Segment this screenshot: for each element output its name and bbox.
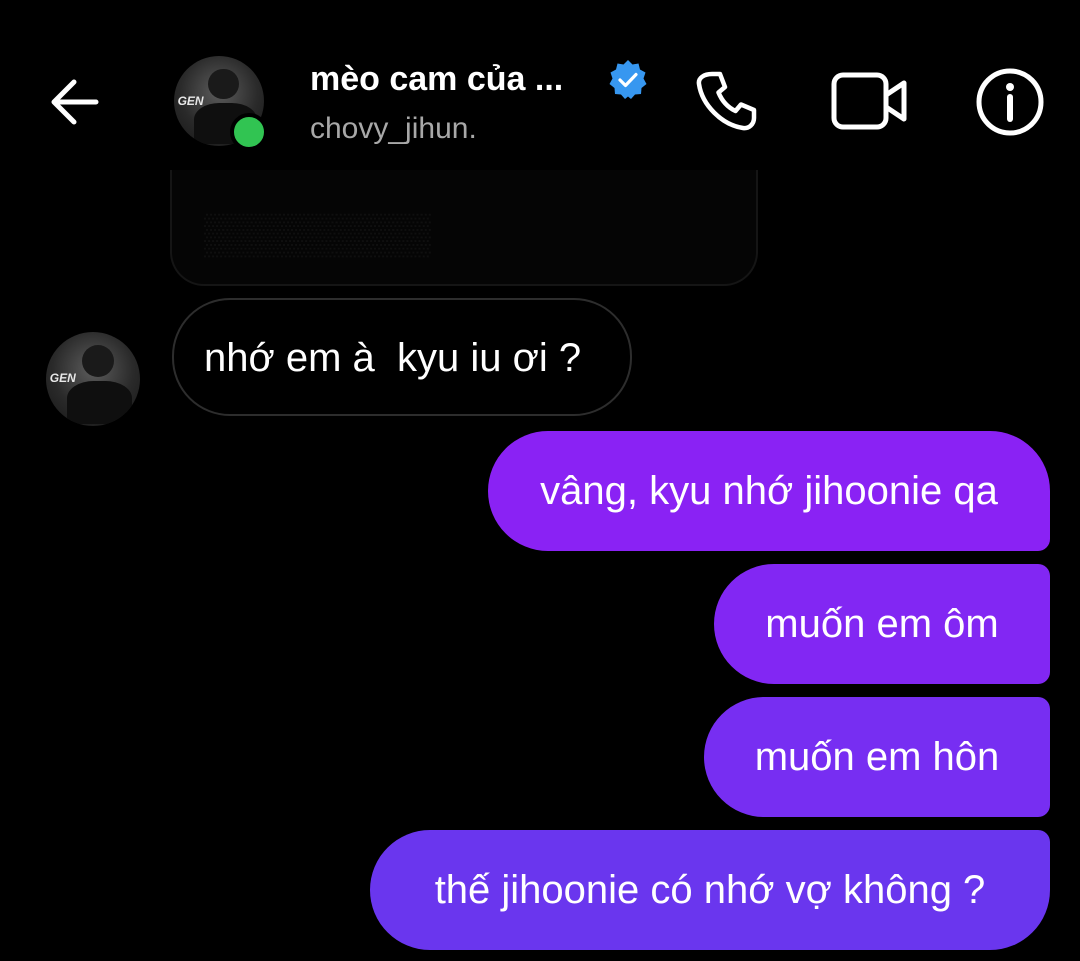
sent-message[interactable]: muốn em ôm: [714, 564, 1050, 684]
sent-message-text: muốn em hôn: [754, 734, 1000, 779]
avatar-figure: [66, 380, 133, 425]
phone-icon: [696, 71, 757, 131]
received-message[interactable]: nhớ em à kyu iu ơi ?: [172, 298, 632, 416]
arrow-left-icon: [51, 79, 99, 125]
chat-header: GEN mèo cam của ... chovy_jihun.: [0, 0, 1080, 170]
received-message-text: nhớ em à kyu iu ơi ?: [204, 336, 582, 380]
avatar-logo: GEN: [177, 93, 204, 108]
voice-call-button[interactable]: [694, 68, 758, 134]
video-call-button[interactable]: [830, 70, 910, 132]
avatar-logo: GEN: [49, 371, 76, 386]
previous-message-text: ▒▒▒▒▒▒▒▒: [204, 212, 431, 256]
conversation-info-button[interactable]: [974, 66, 1046, 138]
sent-message[interactable]: thế jihoonie có nhớ vợ không ?: [370, 830, 1050, 950]
info-icon: [976, 68, 1044, 136]
sent-message[interactable]: vâng, kyu nhớ jihoonie qa: [488, 431, 1050, 551]
sent-message-text: muốn em ôm: [765, 601, 999, 646]
sent-message-text: thế jihoonie có nhớ vợ không ?: [434, 867, 986, 912]
online-status-indicator: [230, 113, 268, 151]
avatar-figure-head: [208, 68, 239, 100]
video-camera-icon: [831, 72, 907, 130]
avatar-figure-head: [81, 345, 114, 378]
back-button[interactable]: [44, 70, 108, 134]
sent-message[interactable]: muốn em hôn: [704, 697, 1050, 817]
contact-name[interactable]: mèo cam của ...: [310, 60, 563, 99]
previous-message-bubble: ▒▒▒▒▒▒▒▒: [170, 160, 758, 286]
sent-message-text: vâng, kyu nhớ jihoonie qa: [540, 468, 998, 513]
sender-avatar[interactable]: GEN: [46, 332, 140, 426]
contact-username: chovy_jihun.: [310, 112, 477, 145]
verified-badge-icon: [609, 60, 647, 99]
